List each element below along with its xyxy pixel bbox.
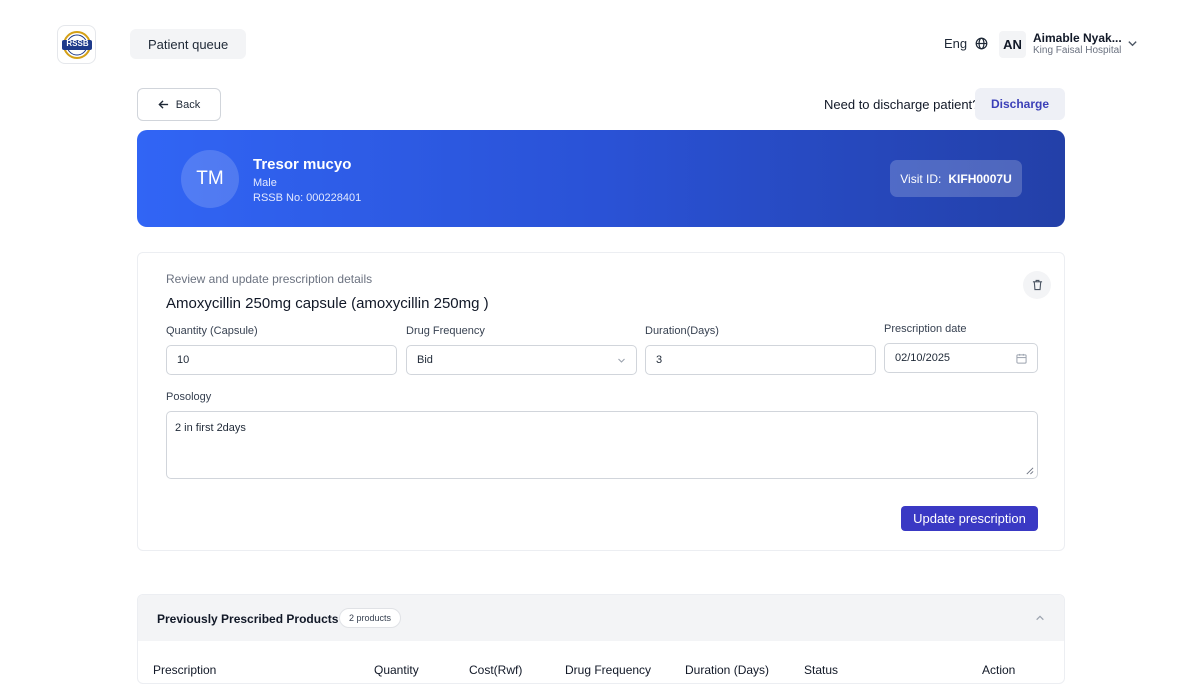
previous-products-title: Previously Prescribed Products [157, 612, 339, 626]
prescription-date-label: Prescription date [884, 323, 967, 335]
previous-products-header[interactable]: Previously Prescribed Products 2 product… [138, 595, 1064, 641]
drug-name: Amoxycillin 250mg capsule (amoxycillin 2… [166, 295, 489, 312]
back-label: Back [175, 98, 201, 111]
patient-name: Tresor mucyo [253, 156, 352, 173]
resize-handle-icon[interactable] [1025, 466, 1034, 475]
globe-icon [975, 37, 988, 50]
column-header-frequency: Drug Frequency [565, 663, 652, 677]
prescription-date-input[interactable]: 02/10/2025 [884, 343, 1038, 373]
visit-id-value: KIFH0007U [948, 171, 1012, 186]
user-name[interactable]: Aimable Nyak... [1033, 31, 1122, 45]
products-count-badge: 2 products [339, 608, 402, 628]
previous-products-panel: Previously Prescribed Products 2 product… [137, 594, 1065, 684]
column-header-prescription: Prescription [153, 663, 217, 677]
logo-text: RSSB [66, 39, 89, 48]
trash-icon [1032, 279, 1042, 291]
calendar-icon[interactable] [1016, 353, 1027, 364]
language-label: Eng [944, 36, 968, 51]
quantity-label: Quantity (Capsule) [166, 325, 258, 337]
arrow-left-icon [158, 100, 168, 109]
posology-value: 2 in first 2days [175, 422, 246, 434]
duration-value: 3 [656, 354, 663, 366]
column-header-quantity: Quantity [374, 663, 419, 677]
patient-gender: Male [253, 177, 277, 189]
prescription-card: Review and update prescription details A… [137, 252, 1065, 551]
visit-id-label: Visit ID: [900, 171, 942, 186]
duration-input[interactable]: 3 [645, 345, 876, 375]
patient-avatar: TM [181, 150, 239, 208]
user-hospital: King Faisal Hospital [1033, 45, 1122, 56]
back-button[interactable]: Back [137, 88, 221, 121]
discharge-button[interactable]: Discharge [975, 88, 1065, 120]
posology-textarea[interactable]: 2 in first 2days [166, 411, 1038, 479]
column-header-cost: Cost(Rwf) [469, 663, 523, 677]
prescription-date-value: 02/10/2025 [895, 352, 951, 364]
language-selector[interactable]: Eng [944, 36, 988, 51]
chevron-down-icon [618, 358, 625, 363]
column-header-action: Action [982, 663, 1016, 677]
frequency-value: Bid [417, 354, 433, 366]
card-subtitle: Review and update prescription details [166, 272, 373, 286]
update-prescription-button[interactable]: Update prescription [901, 506, 1038, 531]
patient-rssb-number: RSSB No: 000228401 [253, 192, 362, 204]
chevron-down-icon[interactable] [1127, 38, 1138, 49]
discharge-question: Need to discharge patient? [824, 97, 980, 112]
chevron-up-icon[interactable] [1035, 613, 1045, 623]
patient-queue-button[interactable]: Patient queue [130, 29, 247, 59]
posology-label: Posology [166, 391, 212, 403]
top-bar: RSSB Patient queue Eng AN Aimable Nyak..… [0, 0, 1200, 88]
duration-label: Duration(Days) [645, 325, 719, 337]
frequency-select[interactable]: Bid [406, 345, 637, 375]
quantity-input[interactable]: 10 [166, 345, 397, 375]
column-header-status: Status [804, 663, 839, 677]
visit-id-badge: Visit ID: KIFH0007U [890, 160, 1022, 197]
quantity-value: 10 [177, 354, 190, 366]
delete-prescription-button[interactable] [1023, 271, 1051, 299]
frequency-label: Drug Frequency [406, 325, 485, 337]
user-avatar[interactable]: AN [999, 31, 1026, 58]
patient-banner: TM Tresor mucyo Male RSSB No: 000228401 … [137, 130, 1065, 227]
column-header-duration: Duration (Days) [685, 663, 770, 677]
rssb-logo[interactable]: RSSB [57, 25, 96, 64]
